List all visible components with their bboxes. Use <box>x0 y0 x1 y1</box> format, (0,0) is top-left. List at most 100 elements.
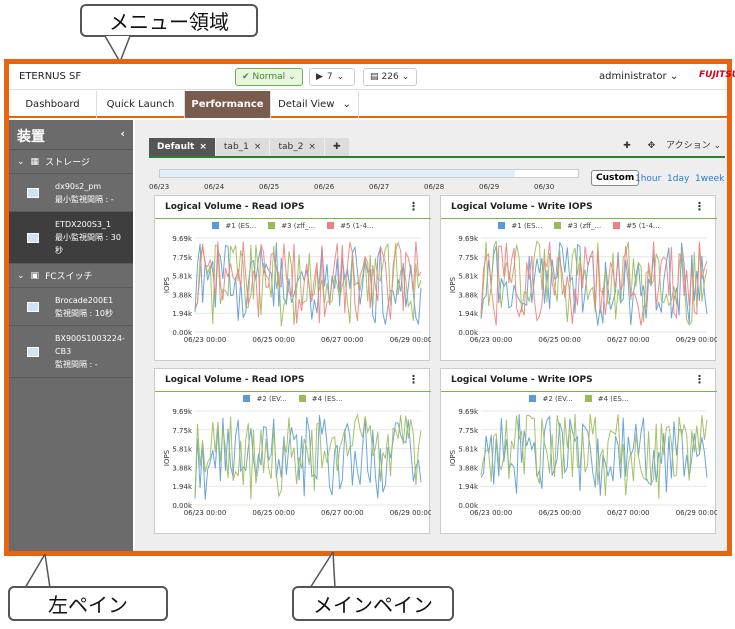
chevron-down-icon: ⌄ <box>17 156 25 167</box>
x-tick-label: 06/25 00:00 <box>538 509 581 517</box>
y-tick-label: 1.94k <box>172 310 193 318</box>
add-tab-button[interactable]: ✚ <box>324 138 349 156</box>
callout-left-pointer <box>24 554 51 588</box>
tab-label: tab_1 <box>223 142 249 152</box>
legend-swatch <box>327 222 335 229</box>
x-tick-label: 06/27 00:00 <box>321 336 364 344</box>
x-tick-label: 06/23 00:00 <box>470 509 513 517</box>
y-tick-label: 1.94k <box>458 483 479 491</box>
legend-label: #2 (EV... <box>256 395 287 403</box>
custom-range-button[interactable]: Custom <box>591 170 640 186</box>
legend-label: #5 (1-4... <box>340 222 374 230</box>
alerts-count: 7 <box>326 72 333 82</box>
card-divider <box>155 218 431 219</box>
kebab-menu-icon[interactable]: ⋮ <box>694 373 705 386</box>
legend-entry[interactable]: #3 (zff_... <box>265 222 318 230</box>
nav-dashboard[interactable]: Dashboard <box>9 91 97 118</box>
range-1day[interactable]: 1day <box>667 174 689 184</box>
chart-title: Logical Volume - Write IOPS <box>451 202 593 212</box>
switch-item[interactable]: Brocade200E1 監視間隔 : 10秒 <box>9 288 133 326</box>
timeline-date: 06/28 <box>424 183 445 191</box>
card-divider <box>441 218 717 219</box>
switch-item[interactable]: BX900S1003224-CB3 監視間隔 : - <box>9 326 133 378</box>
callout-main-pointer <box>309 552 336 588</box>
events-button[interactable]: ▤ 226 ⌄ <box>363 68 417 86</box>
alerts-button[interactable]: ▶ 7 ⌄ <box>309 68 355 86</box>
legend-entry[interactable]: #3 (zff_... <box>551 222 604 230</box>
chart-card: Logical Volume - Read IOPS ⋮ #2 (EV... #4 (… <box>154 368 431 534</box>
kebab-menu-icon[interactable]: ⋮ <box>408 373 419 386</box>
legend-entry[interactable]: #2 (EV... <box>526 395 575 403</box>
move-icon[interactable]: ✥ <box>648 141 656 151</box>
y-tick-label: 9.69k <box>458 235 479 243</box>
chevron-down-icon: ⌄ <box>17 270 25 281</box>
legend-entry[interactable]: #5 (1-4... <box>610 222 662 230</box>
y-tick-label: 7.75k <box>172 427 193 435</box>
switch-device-icon <box>27 301 39 312</box>
line-chart: 9.69k7.75k5.81k3.88k1.94k0.00k06/23 00:0… <box>449 235 717 344</box>
group-storage-label: ストレージ <box>45 158 90 168</box>
group-storage[interactable]: ⌄ ▦ ストレージ <box>9 150 133 174</box>
y-tick-label: 7.75k <box>458 427 479 435</box>
tab-default[interactable]: Default × <box>149 138 215 156</box>
events-count: 226 <box>381 72 399 82</box>
kebab-menu-icon[interactable]: ⋮ <box>694 200 705 213</box>
tab-1[interactable]: tab_1 × <box>215 138 270 156</box>
group-fc-switch[interactable]: ⌄ ▣ FCスイッチ <box>9 264 133 288</box>
legend-swatch <box>554 222 562 229</box>
kebab-menu-icon[interactable]: ⋮ <box>408 200 419 213</box>
card-divider <box>441 391 717 392</box>
y-tick-label: 7.75k <box>458 254 479 262</box>
device-item-selected[interactable]: ETDX200S3_1 最小監視間隔 : 30秒 <box>9 212 133 264</box>
callout-left-pane: 左ペイン <box>8 586 168 621</box>
legend-entry[interactable]: #1 (ES... <box>209 222 259 230</box>
storage-device-icon <box>27 232 39 243</box>
chart-legend: #2 (EV... #4 (ES... <box>155 395 431 403</box>
legend-label: #2 (EV... <box>542 395 573 403</box>
x-tick-label: 06/27 00:00 <box>607 509 650 517</box>
y-tick-label: 5.81k <box>172 446 193 454</box>
timeline-date: 06/29 <box>479 183 500 191</box>
chart-card: Logical Volume - Write IOPS ⋮ #2 (EV... #4 … <box>440 368 717 534</box>
collapse-icon[interactable]: ‹ <box>120 127 125 140</box>
legend-entry[interactable]: #2 (EV... <box>240 395 289 403</box>
legend-swatch <box>268 222 276 229</box>
dashboard-tabs: Default × tab_1 × tab_2 × ✚ <box>149 138 350 156</box>
status-button[interactable]: ✔ Normal ⌄ <box>235 68 303 86</box>
legend-swatch <box>298 395 306 402</box>
timeline-slider[interactable] <box>159 169 579 178</box>
x-tick-label: 06/23 00:00 <box>184 336 227 344</box>
close-icon[interactable]: × <box>199 142 207 152</box>
close-icon[interactable]: × <box>308 142 316 152</box>
range-1week[interactable]: 1week <box>695 174 724 184</box>
tab-2[interactable]: tab_2 × <box>270 138 324 156</box>
chart-title: Logical Volume - Write IOPS <box>451 375 593 385</box>
x-tick-label: 06/23 00:00 <box>470 336 513 344</box>
range-1hour[interactable]: 1hour <box>635 174 661 184</box>
timeline-date: 06/24 <box>204 183 225 191</box>
legend-swatch <box>212 222 220 229</box>
line-chart: 9.69k7.75k5.81k3.88k1.94k0.00k06/23 00:0… <box>163 235 431 344</box>
close-icon[interactable]: × <box>254 142 262 152</box>
y-axis-label: IOPS <box>449 449 457 466</box>
legend-entry[interactable]: #4 (ES... <box>582 395 632 403</box>
chevron-down-icon: ⌄ <box>336 72 345 82</box>
play-icon: ▶ <box>316 72 323 82</box>
timeline-range[interactable] <box>160 170 515 177</box>
y-tick-label: 1.94k <box>172 483 193 491</box>
device-item[interactable]: dx90s2_pm 最小監視間隔 : - <box>9 174 133 212</box>
card-divider <box>155 391 431 392</box>
add-widget-icon[interactable]: ✚ <box>623 141 631 151</box>
nav-detail-view[interactable]: Detail View ⌄ <box>271 91 359 118</box>
nav-performance[interactable]: Performance <box>185 91 271 118</box>
y-tick-label: 3.88k <box>172 291 193 299</box>
nav-quick-launch[interactable]: Quick Launch <box>97 91 185 118</box>
device-name: dx90s2_pm <box>55 182 102 191</box>
user-menu[interactable]: administrator ⌄ <box>599 71 678 82</box>
action-menu[interactable]: アクション ⌄ <box>666 141 721 151</box>
chart-title: Logical Volume - Read IOPS <box>165 202 305 212</box>
legend-label: #1 (ES... <box>225 222 257 230</box>
legend-entry[interactable]: #1 (ES... <box>495 222 545 230</box>
legend-entry[interactable]: #4 (ES... <box>296 395 346 403</box>
legend-entry[interactable]: #5 (1-4... <box>324 222 376 230</box>
